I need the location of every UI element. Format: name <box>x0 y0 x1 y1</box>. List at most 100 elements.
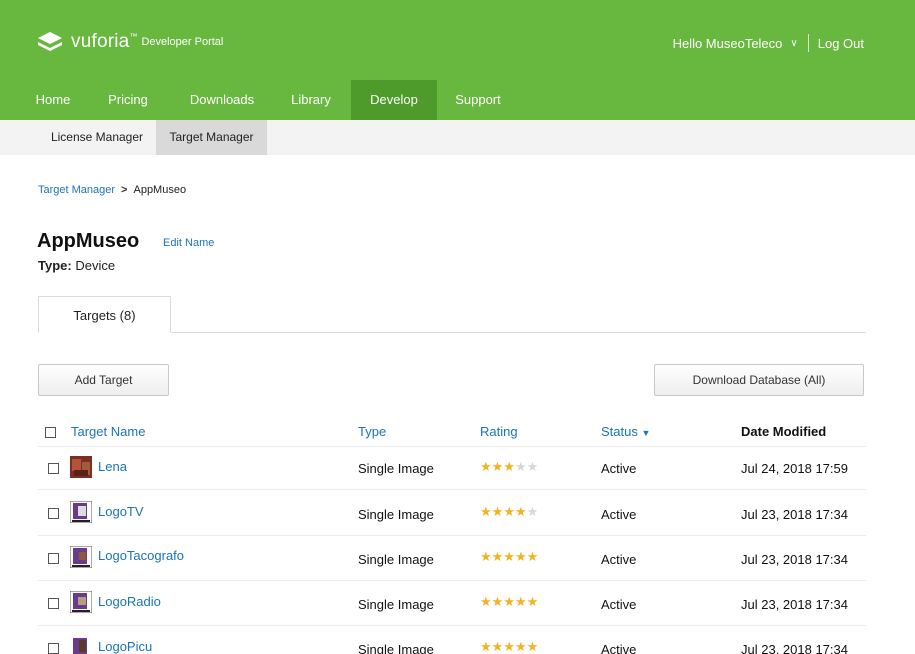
rating-stars: ★★★★★ <box>480 639 538 654</box>
rating-stars: ★★★★★ <box>480 504 538 520</box>
nav-home[interactable]: Home <box>29 80 77 120</box>
star-filled-icon: ★ <box>503 549 515 564</box>
target-status: Active <box>601 507 637 522</box>
nav-library[interactable]: Library <box>280 80 342 120</box>
rating-stars: ★★★★★ <box>480 459 538 475</box>
nav-support[interactable]: Support <box>446 80 510 120</box>
row-checkbox[interactable] <box>48 508 59 519</box>
column-header-rating[interactable]: Rating <box>480 424 518 439</box>
column-header-type[interactable]: Type <box>358 424 386 439</box>
subnav-target-manager[interactable]: Target Manager <box>156 120 267 155</box>
nav-downloads[interactable]: Downloads <box>178 80 266 120</box>
product-name: Developer Portal <box>141 36 224 48</box>
column-header-status[interactable]: Status ▼ <box>601 424 650 439</box>
user-area: Hello MuseoTeleco ∨ Log Out <box>673 34 864 52</box>
target-thumbnail-logoradio[interactable] <box>70 591 92 613</box>
row-divider <box>38 489 866 490</box>
star-filled-icon: ★ <box>526 549 539 564</box>
row-checkbox[interactable] <box>48 553 59 564</box>
tab-targets[interactable]: Targets (8) <box>38 296 171 333</box>
star-filled-icon: ★ <box>491 594 504 609</box>
star-filled-icon: ★ <box>503 459 515 474</box>
brand-name: vuforia <box>71 31 130 52</box>
star-filled-icon: ★ <box>480 639 492 654</box>
target-date-modified: Jul 23, 2018 17:34 <box>741 552 848 567</box>
target-date-modified: Jul 23, 2018 17:34 <box>741 597 848 612</box>
main-nav: Home Pricing Downloads Library Develop S… <box>0 80 915 120</box>
star-filled-icon: ★ <box>480 594 492 609</box>
row-divider <box>38 580 866 581</box>
target-thumbnail-lena[interactable] <box>70 456 92 478</box>
star-filled-icon: ★ <box>480 504 492 519</box>
rating-stars: ★★★★★ <box>480 594 538 610</box>
star-filled-icon: ★ <box>526 639 539 654</box>
breadcrumb-target-manager[interactable]: Target Manager <box>38 184 115 196</box>
user-greeting[interactable]: Hello MuseoTeleco <box>673 36 783 51</box>
star-filled-icon: ★ <box>514 504 527 519</box>
star-empty-icon: ★ <box>514 459 527 474</box>
row-checkbox[interactable] <box>48 463 59 474</box>
row-divider <box>38 625 866 626</box>
vuforia-logo-icon <box>38 32 62 51</box>
star-filled-icon: ★ <box>480 459 492 474</box>
top-header: vuforia ™ Developer Portal Hello MuseoTel… <box>0 0 915 80</box>
rating-stars: ★★★★★ <box>480 549 538 565</box>
chevron-down-icon: ▼ <box>641 428 651 438</box>
star-filled-icon: ★ <box>491 639 504 654</box>
row-checkbox[interactable] <box>48 598 59 609</box>
page-title: AppMuseo <box>37 230 140 252</box>
nav-develop[interactable]: Develop <box>351 80 437 120</box>
add-target-button[interactable]: Add Target <box>38 364 169 396</box>
target-name-link[interactable]: LogoPicu <box>98 639 152 654</box>
row-checkbox[interactable] <box>48 643 59 654</box>
breadcrumb-current: AppMuseo <box>133 184 187 196</box>
target-status: Active <box>601 642 637 654</box>
target-thumbnail-logotv[interactable] <box>70 501 92 523</box>
star-empty-icon: ★ <box>526 459 539 474</box>
download-database-button[interactable]: Download Database (All) <box>654 364 864 396</box>
edit-name-link[interactable]: Edit Name <box>163 237 214 249</box>
target-type: Single Image <box>358 642 434 654</box>
breadcrumb: Target Manager > AppMuseo <box>38 184 186 196</box>
star-filled-icon: ★ <box>514 594 527 609</box>
vuforia-logo[interactable]: vuforia ™ Developer Portal <box>37 30 223 54</box>
target-status: Active <box>601 552 637 567</box>
target-status: Active <box>601 461 637 476</box>
star-filled-icon: ★ <box>514 639 527 654</box>
status-header-label: Status <box>601 424 638 439</box>
target-name-link[interactable]: LogoTacografo <box>98 548 184 563</box>
target-type: Single Image <box>358 461 434 476</box>
subnav-license-manager[interactable]: License Manager <box>38 120 156 155</box>
target-thumbnail-logotacografo[interactable] <box>70 546 92 568</box>
chevron-down-icon[interactable]: ∨ <box>790 38 797 49</box>
sub-nav: License Manager Target Manager <box>0 120 915 155</box>
trademark: ™ <box>129 31 138 41</box>
star-filled-icon: ★ <box>514 549 527 564</box>
target-type: Single Image <box>358 597 434 612</box>
type-value: Device <box>75 258 116 273</box>
target-name-link[interactable]: Lena <box>98 459 127 474</box>
column-header-date-modified[interactable]: Date Modified <box>741 424 826 439</box>
target-status: Active <box>601 597 637 612</box>
row-divider <box>38 535 866 536</box>
star-filled-icon: ★ <box>491 459 504 474</box>
column-header-target-name[interactable]: Target Name <box>71 424 145 439</box>
target-type: Single Image <box>358 507 434 522</box>
target-type: Single Image <box>358 552 434 567</box>
star-filled-icon: ★ <box>503 639 515 654</box>
target-name-link[interactable]: LogoTV <box>98 504 144 519</box>
target-date-modified: Jul 24, 2018 17:59 <box>741 461 848 476</box>
header-divider <box>38 446 866 447</box>
breadcrumb-separator: > <box>121 184 128 196</box>
database-type: Type: Device <box>38 258 115 273</box>
select-all-checkbox[interactable] <box>45 427 56 438</box>
star-filled-icon: ★ <box>491 549 504 564</box>
target-thumbnail-logopicu[interactable] <box>70 636 92 654</box>
logout-link[interactable]: Log Out <box>818 36 864 51</box>
target-date-modified: Jul 23, 2018 17:34 <box>741 642 848 654</box>
type-label: Type: <box>38 258 72 273</box>
star-empty-icon: ★ <box>526 504 539 519</box>
target-name-link[interactable]: LogoRadio <box>98 594 161 609</box>
star-filled-icon: ★ <box>480 549 492 564</box>
nav-pricing[interactable]: Pricing <box>98 80 158 120</box>
